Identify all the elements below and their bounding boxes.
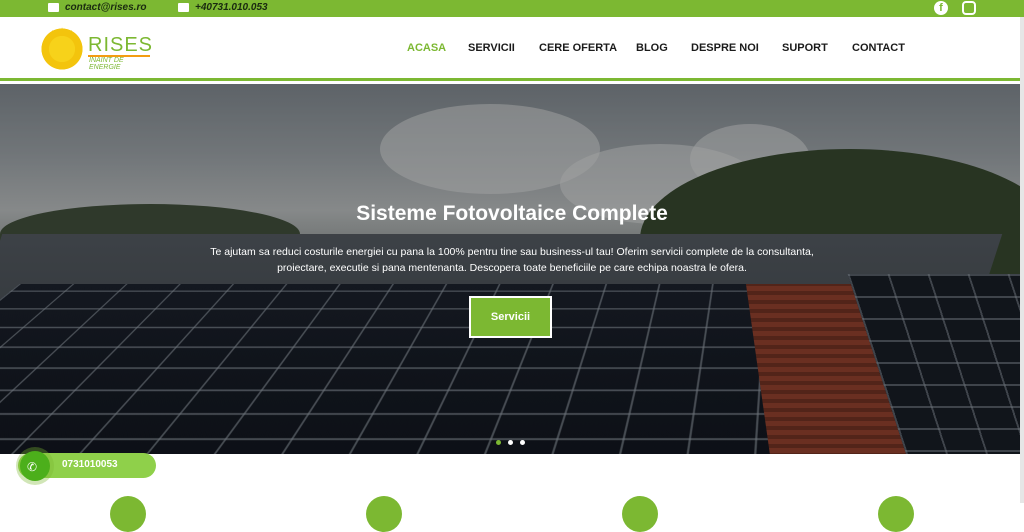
nav-blog[interactable]: BLOG [636,42,668,54]
slider-dot-3[interactable] [520,440,525,445]
nav-cere-oferta[interactable]: CERE OFERTA [539,42,617,54]
phone-link[interactable]: +40731.010.053 [178,2,268,13]
nav-contact[interactable]: CONTACT [852,42,905,54]
phone-icon: ✆ [27,460,39,474]
hero-text: Te ajutam sa reduci costurile energiei c… [200,244,824,276]
call-widget[interactable]: ✆ 0731010053 [18,453,156,478]
envelope-icon [48,3,59,12]
email-text[interactable]: contact@rises.ro [65,2,146,13]
facebook-icon[interactable]: f [934,1,948,15]
top-bar: contact@rises.ro +40731.010.053 f [0,0,1024,17]
logo-tagline: INAINT DE ENERGIE [89,57,156,71]
call-number[interactable]: 0731010053 [62,459,118,470]
instagram-icon[interactable] [962,1,976,15]
nav-servicii[interactable]: SERVICII [468,42,515,54]
site-header: ✹ RISES INAINT DE ENERGIE ACASA SERVICII… [0,17,1024,81]
feature-icon [110,496,146,532]
slider-dots [496,440,525,445]
nav-acasa[interactable]: ACASA [407,42,446,54]
hero-slider: Sisteme Fotovoltaice Complete Te ajutam … [0,84,1024,454]
phone-icon [178,3,189,12]
feature-icon [622,496,658,532]
email-link[interactable]: contact@rises.ro [48,2,146,13]
slider-dot-2[interactable] [508,440,513,445]
servicii-button[interactable]: Servicii [469,296,552,338]
logo[interactable]: ✹ RISES INAINT DE ENERGIE [36,21,156,77]
nav-despre-noi[interactable]: DESPRE NOI [691,42,759,54]
hero-title: Sisteme Fotovoltaice Complete [0,202,1024,226]
phone-text[interactable]: +40731.010.053 [195,2,268,13]
logo-sun [38,25,86,73]
feature-icon [878,496,914,532]
scrollbar[interactable] [1020,17,1024,503]
slider-dot-1[interactable] [496,440,501,445]
feature-icon [366,496,402,532]
nav-suport[interactable]: SUPORT [782,42,828,54]
logo-brand: RISES [88,34,153,57]
